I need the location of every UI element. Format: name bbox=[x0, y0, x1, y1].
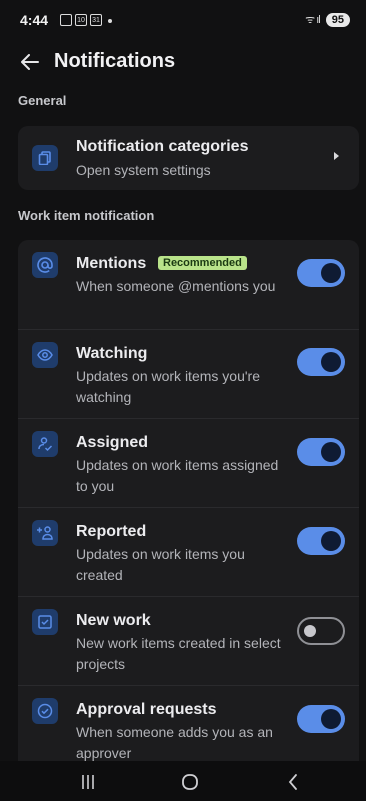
checkbox-icon bbox=[32, 609, 58, 635]
toggle-knob bbox=[321, 709, 341, 729]
setting-desc-assigned: Updates on work items assigned to you bbox=[76, 457, 279, 494]
calendar-icon: 31 bbox=[90, 14, 102, 26]
system-nav-bar bbox=[0, 761, 366, 801]
setting-row-approval-requests: Approval requests When someone adds you … bbox=[18, 686, 359, 761]
assigned-user-icon bbox=[32, 431, 58, 457]
setting-desc-approval-requests: When someone adds you as an approver bbox=[76, 724, 273, 761]
home-button[interactable] bbox=[175, 771, 205, 793]
setting-title-reported: Reported bbox=[76, 523, 147, 540]
status-notification-icons: 10 31 bbox=[60, 14, 112, 26]
work-item-settings-card: Mentions Recommended When someone @menti… bbox=[18, 240, 359, 761]
home-icon bbox=[182, 774, 198, 790]
toggle-new-work[interactable] bbox=[297, 617, 345, 645]
categories-title: Notification categories bbox=[76, 138, 249, 155]
notification-badge-icon: 10 bbox=[75, 14, 87, 26]
setting-desc-mentions: When someone @mentions you bbox=[76, 278, 276, 294]
back-icon bbox=[288, 774, 297, 790]
setting-row-reported: Reported Updates on work items you creat… bbox=[18, 508, 359, 596]
setting-row-assigned: Assigned Updates on work items assigned … bbox=[18, 419, 359, 507]
toggle-reported[interactable] bbox=[297, 527, 345, 555]
toggle-knob bbox=[321, 352, 341, 372]
toggle-knob bbox=[321, 531, 341, 551]
at-icon bbox=[32, 252, 58, 278]
toggle-mentions[interactable] bbox=[297, 259, 345, 287]
toggle-approval-requests[interactable] bbox=[297, 705, 345, 733]
recommended-badge: Recommended bbox=[158, 256, 247, 270]
notification-categories-row[interactable]: Notification categories Open system sett… bbox=[18, 126, 359, 190]
screenshot-icon bbox=[60, 14, 72, 26]
section-label-work-item: Work item notification bbox=[18, 208, 155, 223]
toggle-knob bbox=[321, 263, 341, 283]
setting-title-mentions: Mentions bbox=[76, 255, 147, 272]
more-notifications-dot bbox=[108, 19, 112, 23]
recents-button[interactable] bbox=[73, 771, 103, 793]
setting-title-approval-requests: Approval requests bbox=[76, 701, 217, 718]
recents-icon bbox=[82, 775, 94, 789]
setting-title-assigned: Assigned bbox=[76, 434, 149, 451]
status-bar: 4:44 10 31 ᯤ ıl 95 bbox=[0, 0, 366, 40]
check-circle-icon bbox=[32, 698, 58, 724]
chevron-right-icon bbox=[334, 152, 339, 160]
setting-desc-new-work: New work items created in select project… bbox=[76, 635, 281, 672]
setting-desc-reported: Updates on work items you created bbox=[76, 546, 245, 583]
page-title: Notifications bbox=[54, 50, 176, 72]
setting-title-watching: Watching bbox=[76, 345, 148, 362]
back-nav-button[interactable] bbox=[278, 771, 308, 793]
back-button[interactable] bbox=[18, 50, 42, 74]
setting-row-watching: Watching Updates on work items you're wa… bbox=[18, 330, 359, 418]
add-user-icon bbox=[32, 520, 58, 546]
categories-subtitle: Open system settings bbox=[76, 162, 211, 178]
copy-icon bbox=[32, 145, 58, 171]
notifications-screen: 4:44 10 31 ᯤ ıl 95 Notifications General bbox=[0, 0, 366, 801]
setting-title-new-work: New work bbox=[76, 612, 151, 629]
setting-row-mentions: Mentions Recommended When someone @menti… bbox=[18, 240, 359, 328]
arrow-left-icon bbox=[21, 54, 39, 70]
eye-icon bbox=[32, 342, 58, 368]
battery-indicator: 95 bbox=[325, 12, 350, 27]
status-right: ᯤ ıl 95 bbox=[305, 12, 350, 27]
toggle-watching[interactable] bbox=[297, 348, 345, 376]
app-header: Notifications bbox=[0, 44, 366, 80]
section-label-general: General bbox=[18, 93, 67, 108]
toggle-assigned[interactable] bbox=[297, 438, 345, 466]
setting-desc-watching: Updates on work items you're watching bbox=[76, 368, 260, 405]
toggle-knob bbox=[321, 442, 341, 462]
setting-row-new-work: New work New work items created in selec… bbox=[18, 597, 359, 685]
wifi-signal-icon: ᯤ ıl bbox=[305, 14, 321, 26]
toggle-knob bbox=[304, 625, 316, 637]
status-time: 4:44 bbox=[20, 12, 49, 28]
